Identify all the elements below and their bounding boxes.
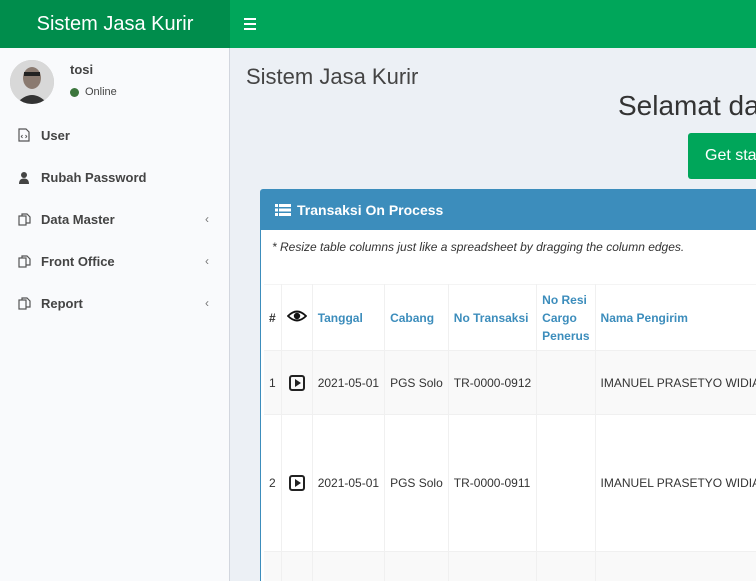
sidebar: tosi Online User Rubah Password Data Mas… — [0, 48, 230, 581]
column-header-no[interactable]: # — [264, 284, 282, 351]
sidebar-item-data-master[interactable]: Data Master ‹ — [0, 198, 229, 240]
cell-no-resi — [536, 414, 596, 552]
chevron-left-icon: ‹ — [205, 212, 209, 226]
table-row[interactable]: 2 2021-05-01 PGS Solo TR-0000-0911 IMANU… — [264, 414, 756, 552]
sidebar-item-report[interactable]: Report ‹ — [0, 282, 229, 324]
transaksi-box: Transaksi On Process * Resize table colu… — [260, 189, 756, 581]
user-status-label: Online — [85, 86, 117, 98]
copy-icon — [17, 212, 31, 226]
cell-no-resi — [536, 350, 596, 415]
cell-cabang: PGS Solo — [384, 414, 449, 552]
transaksi-table: # Tanggal Cabang No Transaksi No Resi Ca… — [264, 284, 756, 581]
cell-pengirim: IMANUEL PRASETYO WIDIANTO — [595, 350, 756, 415]
column-header-nama-pengirim[interactable]: Nama Pengirim — [595, 284, 756, 351]
table-row[interactable]: 1 2021-05-01 PGS Solo TR-0000-0912 IMANU… — [264, 350, 756, 415]
column-header-tanggal[interactable]: Tanggal — [312, 284, 386, 351]
resize-note: * Resize table columns just like a sprea… — [272, 240, 685, 254]
user-panel: tosi Online — [10, 60, 220, 106]
play-icon[interactable] — [288, 374, 305, 391]
cell-empty — [595, 551, 756, 581]
cell-empty — [536, 551, 596, 581]
box-header: Transaksi On Process — [261, 190, 756, 230]
sidebar-item-label: User — [41, 127, 70, 143]
file-code-icon — [17, 128, 31, 142]
cell-no-transaksi: TR-0000-0912 — [448, 350, 538, 415]
table-header-row: # Tanggal Cabang No Transaksi No Resi Ca… — [264, 284, 756, 351]
page-title: Sistem Jasa Kurir — [246, 64, 419, 89]
chevron-left-icon: ‹ — [205, 254, 209, 268]
cell-empty — [281, 551, 313, 581]
welcome-heading: Selamat da — [618, 90, 756, 121]
cell-view — [281, 350, 313, 415]
cell-empty — [312, 551, 386, 581]
app-title: Sistem Jasa Kurir — [36, 12, 194, 35]
sidebar-item-label: Report — [41, 295, 83, 311]
sidebar-item-rubah-password[interactable]: Rubah Password — [0, 156, 229, 198]
cell-empty — [384, 551, 449, 581]
column-header-view[interactable] — [281, 284, 313, 351]
box-title: Transaksi On Process — [297, 202, 444, 218]
copy-icon — [17, 254, 31, 268]
cell-pengirim: IMANUEL PRASETYO WIDIANTO — [595, 414, 756, 552]
sidebar-menu: User Rubah Password Data Master ‹ Front … — [0, 114, 229, 324]
cell-view — [281, 414, 313, 552]
user-name: tosi — [70, 62, 94, 77]
cell-no-transaksi: TR-0000-0911 — [448, 414, 538, 552]
eye-icon — [286, 310, 307, 322]
sidebar-item-label: Front Office — [41, 253, 115, 269]
column-header-no-resi[interactable]: No Resi Cargo Penerus — [536, 284, 596, 351]
avatar — [10, 60, 54, 104]
column-header-cabang[interactable]: Cabang — [384, 284, 449, 351]
sidebar-item-label: Rubah Password — [41, 169, 147, 185]
column-header-no-transaksi[interactable]: No Transaksi — [448, 284, 538, 351]
cell-no: 1 — [264, 350, 282, 415]
cell-empty — [448, 551, 538, 581]
sidebar-item-user[interactable]: User — [0, 114, 229, 156]
sidebar-item-label: Data Master — [41, 211, 115, 227]
sidebar-item-front-office[interactable]: Front Office ‹ — [0, 240, 229, 282]
cell-tanggal: 2021-05-01 — [312, 414, 386, 552]
user-status: Online — [70, 86, 117, 98]
cell-no: 2 — [264, 414, 282, 552]
online-dot-icon — [70, 87, 79, 97]
cell-empty — [264, 551, 282, 581]
table-row[interactable] — [264, 551, 756, 581]
cell-cabang: PGS Solo — [384, 350, 449, 415]
user-icon — [17, 170, 31, 184]
play-icon[interactable] — [288, 475, 305, 491]
list-icon — [275, 204, 291, 216]
sidebar-toggle-icon[interactable] — [244, 14, 258, 34]
app-logo[interactable]: Sistem Jasa Kurir — [0, 0, 230, 48]
get-started-button[interactable]: Get sta — [688, 133, 756, 179]
chevron-left-icon: ‹ — [205, 296, 209, 310]
top-navbar — [230, 0, 756, 48]
copy-icon — [17, 296, 31, 310]
cell-tanggal: 2021-05-01 — [312, 350, 386, 415]
